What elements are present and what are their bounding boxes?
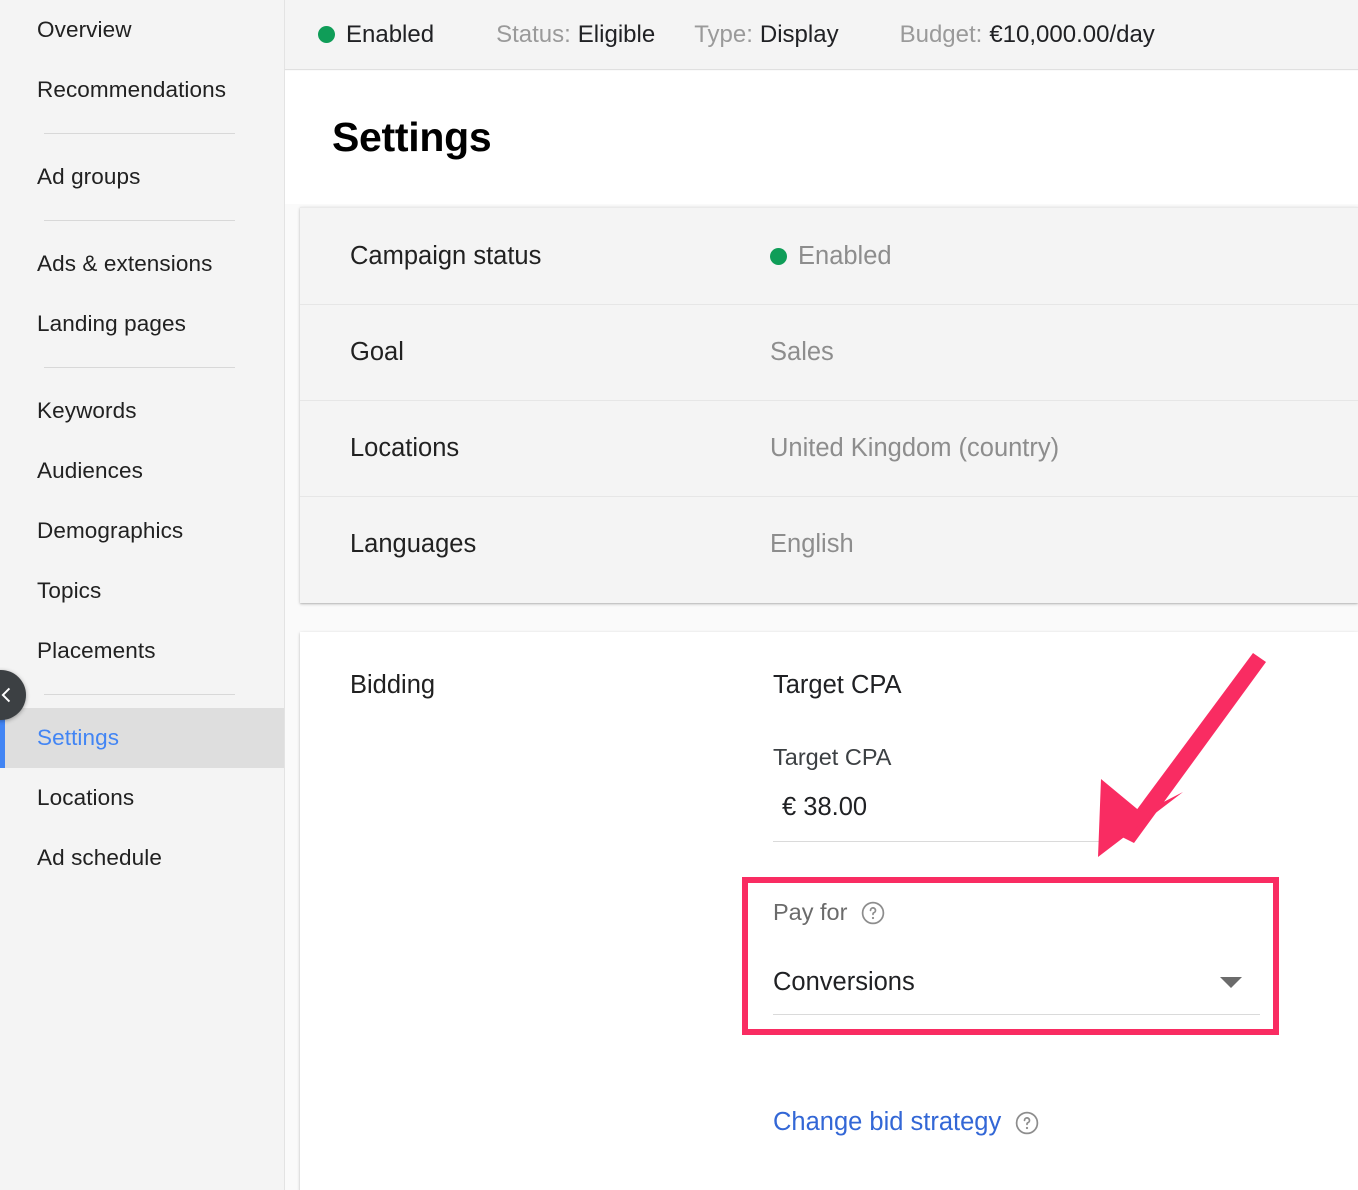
settings-row-value-text: Sales — [770, 337, 834, 366]
settings-row-value-text: English — [770, 529, 854, 558]
change-bid-strategy-link[interactable]: Change bid strategy — [773, 1108, 1040, 1137]
bid-strategy-value: Target CPA — [773, 671, 902, 699]
sidebar-item-locations[interactable]: Locations — [0, 768, 284, 828]
target-cpa-label: Target CPA — [773, 744, 892, 770]
sidebar-item-label: Ad groups — [37, 164, 141, 189]
sidebar-item-label: Ads & extensions — [37, 251, 213, 276]
sidebar-item-label: Placements — [37, 638, 156, 663]
type-label: Type: — [694, 20, 753, 48]
settings-row[interactable]: Goal Sales — [300, 304, 1358, 400]
sidebar-item-landing-pages[interactable]: Landing pages — [0, 294, 284, 354]
settings-row-label: Languages — [350, 529, 477, 558]
campaign-status: Status: Eligible — [496, 21, 655, 49]
campaign-state-label: Enabled — [346, 20, 435, 48]
chevron-left-icon — [0, 684, 18, 706]
sidebar-item-topics[interactable]: Topics — [0, 561, 284, 621]
campaign-state: Enabled — [318, 21, 434, 49]
settings-row-list: Campaign status Enabled Goal Sales Locations… — [300, 208, 1358, 592]
settings-row-label: Campaign status — [350, 241, 542, 270]
pay-for-label-text: Pay for — [773, 899, 848, 925]
sidebar-divider — [44, 220, 235, 221]
pay-for-label: Pay for — [773, 899, 886, 926]
change-bid-strategy-label: Change bid strategy — [773, 1108, 1002, 1136]
pay-for-selected-value: Conversions — [773, 968, 915, 996]
sidebar-item-keywords[interactable]: Keywords — [0, 381, 284, 441]
sidebar-item-label: Audiences — [37, 458, 143, 483]
budget-value: €10,000.00/day — [989, 20, 1155, 48]
sidebar-item-demographics[interactable]: Demographics — [0, 501, 284, 561]
settings-row-value: English — [770, 530, 854, 559]
settings-row-value-text: Enabled — [798, 241, 892, 270]
target-cpa-underline — [773, 841, 1101, 842]
green-status-dot-icon — [770, 247, 787, 265]
bidding-section-label: Bidding — [350, 671, 436, 699]
pay-for-underline — [773, 1014, 1260, 1015]
type-value: Display — [759, 20, 839, 48]
settings-row-value: Sales — [770, 338, 834, 367]
campaign-budget: Budget: €10,000.00/day — [900, 21, 1155, 49]
status-value: Eligible — [577, 20, 656, 48]
settings-row-value: United Kingdom (country) — [770, 434, 1059, 463]
sidebar-item-label: Demographics — [37, 518, 184, 543]
settings-row-label: Locations — [350, 433, 460, 462]
sidebar-item-ad-groups[interactable]: Ad groups — [0, 147, 284, 207]
sidebar-item-overview[interactable]: Overview — [0, 0, 284, 60]
sidebar-item-label: Ad schedule — [37, 845, 162, 870]
sidebar-divider — [44, 133, 235, 134]
sidebar-item-settings[interactable]: Settings — [0, 708, 284, 768]
settings-row-label: Goal — [350, 337, 404, 366]
settings-row[interactable]: Languages English — [300, 496, 1358, 592]
page-title: Settings — [332, 114, 492, 160]
sidebar-item-label: Keywords — [37, 398, 137, 423]
settings-row[interactable]: Locations United Kingdom (country) — [300, 400, 1358, 496]
sidebar-item-recommendations[interactable]: Recommendations — [0, 60, 284, 120]
sidebar-navigation: Overview Recommendations Ad groups Ads & ex… — [0, 0, 285, 1190]
status-label: Status: — [496, 20, 571, 48]
green-status-dot-icon — [318, 26, 335, 43]
pay-for-dropdown[interactable]: Conversions — [773, 968, 1260, 997]
sidebar-item-ads-extensions[interactable]: Ads & extensions — [0, 234, 284, 294]
campaign-status-bar: Enabled Status: Eligible Type: Display B… — [285, 0, 1358, 70]
page-header: Settings — [285, 71, 1358, 204]
target-cpa-field[interactable]: € 38.00 — [773, 793, 1101, 842]
target-cpa-input-value[interactable]: € 38.00 — [773, 793, 1101, 822]
sidebar-divider — [44, 367, 235, 368]
sidebar-item-list: Overview Recommendations Ad groups Ads & ex… — [0, 0, 284, 888]
sidebar-item-audiences[interactable]: Audiences — [0, 441, 284, 501]
settings-row-value: Enabled — [770, 242, 892, 271]
chevron-down-icon[interactable] — [1220, 977, 1242, 988]
sidebar-item-ad-schedule[interactable]: Ad schedule — [0, 828, 284, 888]
help-circle-icon[interactable] — [1014, 1110, 1040, 1136]
basic-settings-card: Campaign status Enabled Goal Sales Locations… — [300, 207, 1358, 603]
sidebar-item-label: Settings — [37, 725, 120, 750]
sidebar-item-label: Landing pages — [37, 311, 186, 336]
campaign-type: Type: Display — [694, 21, 838, 49]
help-circle-icon[interactable] — [860, 900, 886, 926]
google-ads-settings-page: Overview Recommendations Ad groups Ads & ex… — [0, 0, 1358, 1190]
sidebar-item-placements[interactable]: Placements — [0, 621, 284, 681]
sidebar-item-label: Locations — [37, 785, 135, 810]
settings-row-value-text: United Kingdom (country) — [770, 433, 1060, 462]
sidebar-item-label: Recommendations — [37, 77, 227, 102]
sidebar-item-label: Topics — [37, 578, 102, 603]
budget-label: Budget: — [899, 20, 983, 48]
settings-row[interactable]: Campaign status Enabled — [300, 208, 1358, 304]
sidebar-divider — [44, 694, 235, 695]
sidebar-item-label: Overview — [37, 17, 132, 42]
